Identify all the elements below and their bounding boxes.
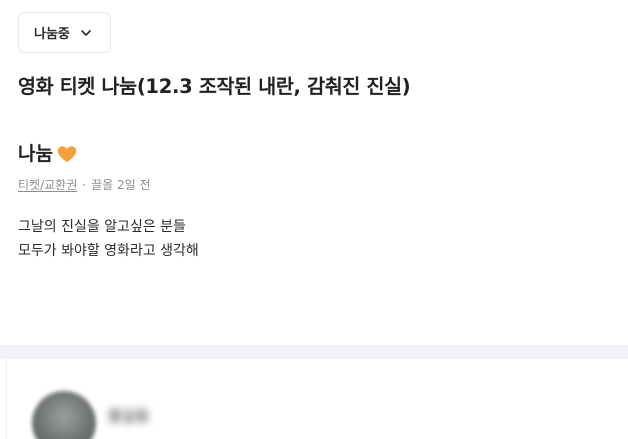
post-description: 그날의 진실을 알고싶은 분들 모두가 봐야할 영화라고 생각해 [18,215,199,263]
post-meta: 티켓/교환권 · 끌올 2일 전 [18,176,151,193]
meta-separator: · [82,177,87,192]
post-price: 나눔 [18,140,78,168]
category-link[interactable]: 티켓/교환권 [18,176,77,193]
chevron-down-icon [81,29,91,36]
post-time: 끌올 2일 전 [91,178,151,192]
orange-heart-icon [57,146,77,163]
post-title: 영화 티켓 나눔(12.3 조작된 내란, 감춰진 진실) [18,75,411,98]
price-label: 나눔 [18,143,53,165]
status-label: 나눔중 [34,27,70,42]
status-dropdown[interactable]: 나눔중 [18,12,111,53]
section-divider [0,345,628,359]
description-line: 모두가 봐야할 영화라고 생각해 [18,243,199,259]
seller-card[interactable] [6,359,628,439]
description-line: 그날의 진실을 알고싶은 분들 [18,219,186,235]
post-detail-page: 나눔중 영화 티켓 나눔(12.3 조작된 내란, 감춰진 진실) 나눔 티켓/… [0,0,628,439]
seller-name[interactable]: 홍길동 [108,405,149,426]
